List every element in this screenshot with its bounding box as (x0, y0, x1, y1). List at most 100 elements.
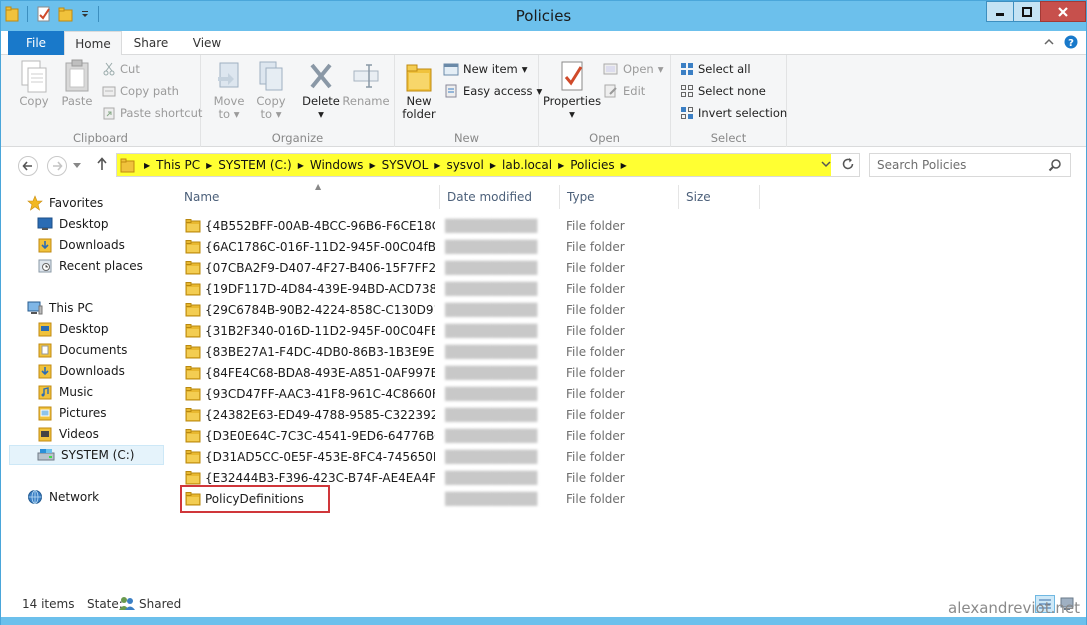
file-row[interactable]: {93CD47FF-AAC3-41F8-961C-4C8660F82... ███… (179, 383, 759, 404)
search-icon[interactable] (1048, 158, 1062, 172)
nav-this-pc[interactable]: This PC (27, 298, 93, 318)
open-icon (603, 63, 618, 75)
delete-button[interactable]: Delete ▾ (299, 59, 343, 121)
recent-locations-chevron-icon[interactable] (73, 163, 81, 169)
desktop-icon (37, 217, 53, 230)
nav-videos[interactable]: Videos (37, 424, 99, 444)
breadcrumb-item[interactable]: SYSVOL (376, 158, 435, 172)
nav-pc-desktop[interactable]: Desktop (37, 319, 109, 339)
up-arrow-icon[interactable] (96, 157, 108, 171)
properties-icon (561, 61, 583, 91)
nav-desktop[interactable]: Desktop (37, 214, 109, 234)
select-all-button[interactable]: Select all (680, 62, 751, 76)
forward-button[interactable] (47, 156, 67, 176)
tab-home[interactable]: Home (64, 31, 122, 56)
breadcrumb-item[interactable]: sysvol (440, 158, 489, 172)
move-to-button[interactable]: Move to ▾ (211, 59, 247, 121)
back-button[interactable] (18, 156, 38, 176)
close-button[interactable] (1040, 1, 1086, 22)
breadcrumb-item[interactable]: lab.local (496, 158, 558, 172)
new-folder-button[interactable]: New folder (399, 59, 439, 121)
cut-button[interactable]: Cut (102, 62, 140, 76)
file-row[interactable]: {84FE4C68-BDA8-493E-A851-0AF997ED05... ██… (179, 362, 759, 383)
scissors-icon (103, 62, 115, 76)
copy-to-label-2-text: to (260, 107, 273, 121)
breadcrumb-item[interactable]: Windows (304, 158, 370, 172)
file-name: {D31AD5CC-0E5F-453E-8FC4-745650D2A... (205, 449, 435, 464)
nav-system-c[interactable]: SYSTEM (C:) (9, 445, 164, 465)
file-row[interactable]: {4B552BFF-00AB-4BCC-96B6-F6CE18CAF... ███… (179, 215, 759, 236)
file-name: {31B2F340-016D-11D2-945F-00C04FB984... (205, 323, 435, 338)
rename-icon (353, 64, 379, 88)
paste-shortcut-button[interactable]: Paste shortcut (102, 106, 202, 120)
copy-button[interactable]: Copy (15, 59, 53, 108)
delete-dropdown-chevron: ▾ (318, 107, 324, 121)
close-icon (1058, 6, 1068, 17)
copy-path-button[interactable]: Copy path (102, 84, 179, 98)
breadcrumb-separator-icon[interactable]: ▶ (621, 161, 627, 170)
file-row[interactable]: {29C6784B-90B2-4224-858C-C130D914F4... ██… (179, 299, 759, 320)
refresh-icon[interactable] (841, 157, 855, 171)
status-bar: 14 items State: Shared (1, 593, 1086, 617)
new-item-button[interactable]: New item ▾ (443, 62, 528, 76)
select-none-button[interactable]: Select none (680, 84, 766, 98)
ribbon: Copy Paste Cut Copy path Paste shortcut … (1, 55, 1086, 147)
new-folder-icon (406, 64, 432, 92)
title-bar[interactable]: Policies (1, 1, 1086, 31)
desktop-folder-icon (38, 322, 52, 337)
column-header-date-modified[interactable]: Date modified (440, 185, 560, 209)
minimize-button[interactable] (986, 1, 1014, 22)
properties-button[interactable]: Properties ▾ (543, 59, 601, 121)
easy-access-button[interactable]: Easy access ▾ (443, 84, 542, 98)
tab-share[interactable]: Share (125, 31, 177, 55)
address-history-chevron-icon[interactable] (821, 160, 831, 168)
column-header-name[interactable]: ▲ Name (177, 182, 440, 209)
file-row[interactable]: {19DF117D-4D84-439E-94BD-ACD73848E... ███… (179, 278, 759, 299)
nav-music[interactable]: Music (37, 382, 93, 402)
navigation-bar: ▶ This PC ▶ SYSTEM (C:) ▶ Windows ▶ SYSV… (1, 147, 1086, 183)
breadcrumb-item[interactable]: This PC (150, 158, 206, 172)
search-input[interactable]: Search Policies (869, 153, 1071, 177)
file-list: ▲ Name Date modified Type Size {4B552BFF… (167, 182, 1086, 587)
file-name: {E32444B3-F396-423C-B74F-AE4EA4F8EF... (205, 470, 435, 485)
column-header-type[interactable]: Type (560, 185, 679, 209)
nav-documents[interactable]: Documents (37, 340, 127, 360)
rename-button[interactable]: Rename (342, 59, 390, 108)
open-button[interactable]: Open ▾ (603, 62, 664, 76)
tab-view[interactable]: View (181, 31, 233, 55)
folder-icon (185, 366, 201, 380)
file-name: {29C6784B-90B2-4224-858C-C130D914F4... (205, 302, 435, 317)
column-header-size[interactable]: Size (679, 185, 760, 209)
open-chevron: ▾ (657, 62, 664, 76)
nav-favorites[interactable]: Favorites (27, 193, 103, 213)
edit-button[interactable]: Edit (603, 84, 645, 98)
nav-pictures-label: Pictures (59, 406, 107, 420)
nav-recent-places[interactable]: Recent places (37, 256, 143, 276)
help-icon[interactable]: ? (1064, 35, 1078, 49)
nav-pictures[interactable]: Pictures (37, 403, 107, 423)
nav-documents-label: Documents (59, 343, 128, 357)
file-row[interactable]: {D31AD5CC-0E5F-453E-8FC4-745650D2A... ███… (179, 446, 759, 467)
file-row[interactable]: {D3E0E64C-7C3C-4541-9ED6-64776BC735... ██… (179, 425, 759, 446)
nav-pc-downloads[interactable]: Downloads (37, 361, 125, 381)
file-row[interactable]: {31B2F340-016D-11D2-945F-00C04FB984... ██… (179, 320, 759, 341)
copy-to-button[interactable]: Copy to ▾ (253, 59, 289, 121)
file-row[interactable]: {6AC1786C-016F-11D2-945F-00C04fB984... ██… (179, 236, 759, 257)
breadcrumb-item[interactable]: SYSTEM (C:) (212, 158, 297, 172)
open-group-label: Open (589, 131, 620, 145)
file-row[interactable]: {83BE27A1-F4DC-4DB0-86B3-1B3E9E7308... ██… (179, 341, 759, 362)
properties-chevron: ▾ (569, 107, 575, 121)
file-row[interactable]: {24382E63-ED49-4788-9585-C322392EAB... ██… (179, 404, 759, 425)
nav-network[interactable]: Network (27, 487, 99, 507)
tab-file[interactable]: File (8, 31, 64, 55)
invert-selection-button[interactable]: Invert selection (680, 106, 787, 120)
breadcrumb-item[interactable]: Policies (564, 158, 620, 172)
select-none-icon (681, 85, 693, 97)
paste-button[interactable]: Paste (58, 59, 96, 108)
address-bar[interactable]: ▶ This PC ▶ SYSTEM (C:) ▶ Windows ▶ SYSV… (116, 153, 860, 177)
expand-ribbon-chevron-icon[interactable] (1044, 38, 1054, 46)
maximize-button[interactable] (1013, 1, 1041, 22)
nav-downloads[interactable]: Downloads (37, 235, 125, 255)
music-folder-icon (38, 385, 52, 400)
file-row[interactable]: {07CBA2F9-D407-4F27-B406-15F7FF2CD6... ██… (179, 257, 759, 278)
